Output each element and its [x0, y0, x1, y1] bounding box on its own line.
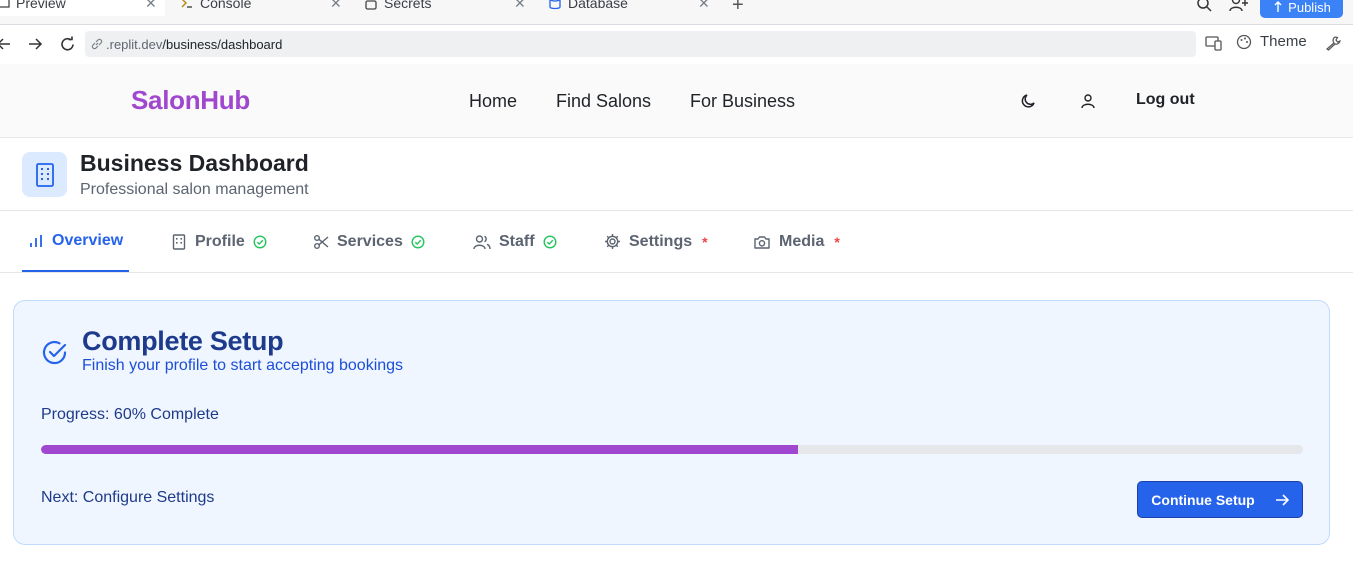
gear-icon [605, 234, 620, 249]
tab-label: Staff [499, 232, 535, 250]
terminal-icon [181, 0, 192, 8]
search-icon[interactable] [1196, 0, 1212, 12]
tab-label: Profile [195, 232, 245, 250]
check-circle-icon [42, 340, 67, 365]
continue-setup-button[interactable]: Continue Setup [1137, 481, 1303, 518]
page-header: Business Dashboard Professional salon ma… [0, 138, 1353, 211]
continue-setup-label: Continue Setup [1151, 491, 1255, 508]
logout-button[interactable]: Log out [1136, 91, 1195, 109]
close-icon[interactable]: ✕ [514, 0, 526, 12]
reload-icon [60, 36, 74, 50]
tab-settings[interactable]: Settings * [604, 211, 708, 272]
ide-tab-label: Database [568, 0, 628, 11]
publish-label: Publish [1288, 0, 1331, 15]
user-icon [1081, 94, 1095, 109]
tab-label: Overview [52, 231, 124, 249]
tab-services[interactable]: Services [313, 211, 425, 272]
app-header: SalonHub Home Find Salons For Business L… [0, 64, 1353, 138]
next-step-label: Next: Configure Settings [41, 489, 215, 506]
bar-chart-icon [30, 234, 42, 247]
ide-tab-label: Console [200, 0, 252, 11]
database-icon [549, 0, 561, 10]
progress-label: Progress: 60% Complete [41, 406, 219, 423]
palette-icon [1236, 34, 1252, 49]
preview-icon [0, 0, 10, 8]
close-icon[interactable]: ✕ [330, 0, 342, 12]
tab-profile[interactable]: Profile [171, 211, 267, 272]
arrow-left-icon [0, 38, 10, 50]
progress-fill [41, 445, 799, 454]
publish-button[interactable]: Publish [1260, 0, 1343, 18]
ide-tab-console[interactable]: Console ✕ [180, 0, 345, 16]
setup-title: Complete Setup [82, 326, 284, 356]
building-icon [172, 233, 186, 250]
tab-media[interactable]: Media * [753, 211, 840, 272]
ide-tab-strip: Preview ✕ Console ✕ Secrets ✕ Database ✕… [0, 0, 1353, 25]
dashboard-tabs: Overview Profile Services Staff Settings… [0, 211, 1353, 273]
tab-label: Settings [629, 232, 693, 250]
arrow-right-icon [1275, 493, 1289, 506]
url-bar[interactable]: .replit.dev /business/dashboard [85, 31, 1196, 57]
close-icon[interactable]: ✕ [698, 0, 710, 12]
new-tab-plus-icon[interactable]: + [732, 0, 744, 17]
brand-logo[interactable]: SalonHub [131, 85, 250, 116]
setup-subtitle: Finish your profile to start accepting b… [82, 357, 404, 374]
nav-find-salons[interactable]: Find Salons [556, 91, 651, 112]
page-title: Business Dashboard [80, 150, 309, 176]
dark-mode-toggle[interactable] [1019, 91, 1039, 111]
nav-for-business[interactable]: For Business [690, 91, 795, 112]
ide-tab-label: Secrets [384, 0, 432, 11]
scissors-icon [314, 234, 329, 249]
check-circle-icon [253, 234, 267, 249]
theme-button[interactable]: Theme [1236, 33, 1307, 50]
lock-icon [365, 0, 377, 10]
publish-icon [1274, 1, 1282, 12]
ide-tab-label: Preview [16, 0, 66, 11]
add-user-icon[interactable] [1229, 0, 1249, 12]
moon-icon [1021, 94, 1035, 108]
reload-button[interactable] [57, 34, 77, 54]
tab-overview[interactable]: Overview [22, 211, 129, 272]
account-button[interactable] [1078, 91, 1098, 111]
arrow-right-icon [29, 38, 43, 50]
check-circle-icon [411, 234, 425, 249]
check-circle-icon [543, 234, 557, 249]
tab-staff[interactable]: Staff [473, 211, 557, 272]
required-indicator: * [834, 233, 840, 250]
ide-tab-preview[interactable]: Preview ✕ [0, 0, 165, 16]
ide-tab-secrets[interactable]: Secrets ✕ [364, 0, 529, 16]
progress-bar [41, 445, 1303, 454]
setup-card: Complete Setup Finish your profile to st… [13, 300, 1330, 545]
url-host: .replit.dev [106, 36, 163, 52]
tab-label: Services [337, 232, 403, 250]
camera-icon [754, 235, 770, 249]
tab-label: Media [779, 232, 825, 250]
url-path: /business/dashboard [162, 36, 283, 52]
browser-toolbar: .replit.dev /business/dashboard Theme [0, 25, 1353, 64]
users-icon [473, 234, 491, 249]
wrench-icon[interactable] [1325, 35, 1341, 51]
building-icon [22, 152, 67, 197]
forward-button[interactable] [25, 34, 45, 54]
page-subtitle: Professional salon management [80, 181, 309, 198]
required-indicator: * [702, 233, 708, 250]
devices-icon[interactable] [1205, 35, 1223, 51]
theme-label: Theme [1260, 33, 1307, 50]
close-icon[interactable]: ✕ [145, 0, 157, 12]
ide-tab-database[interactable]: Database ✕ [548, 0, 713, 16]
nav-home[interactable]: Home [469, 91, 517, 112]
link-icon [91, 38, 103, 50]
back-button[interactable] [0, 34, 14, 54]
